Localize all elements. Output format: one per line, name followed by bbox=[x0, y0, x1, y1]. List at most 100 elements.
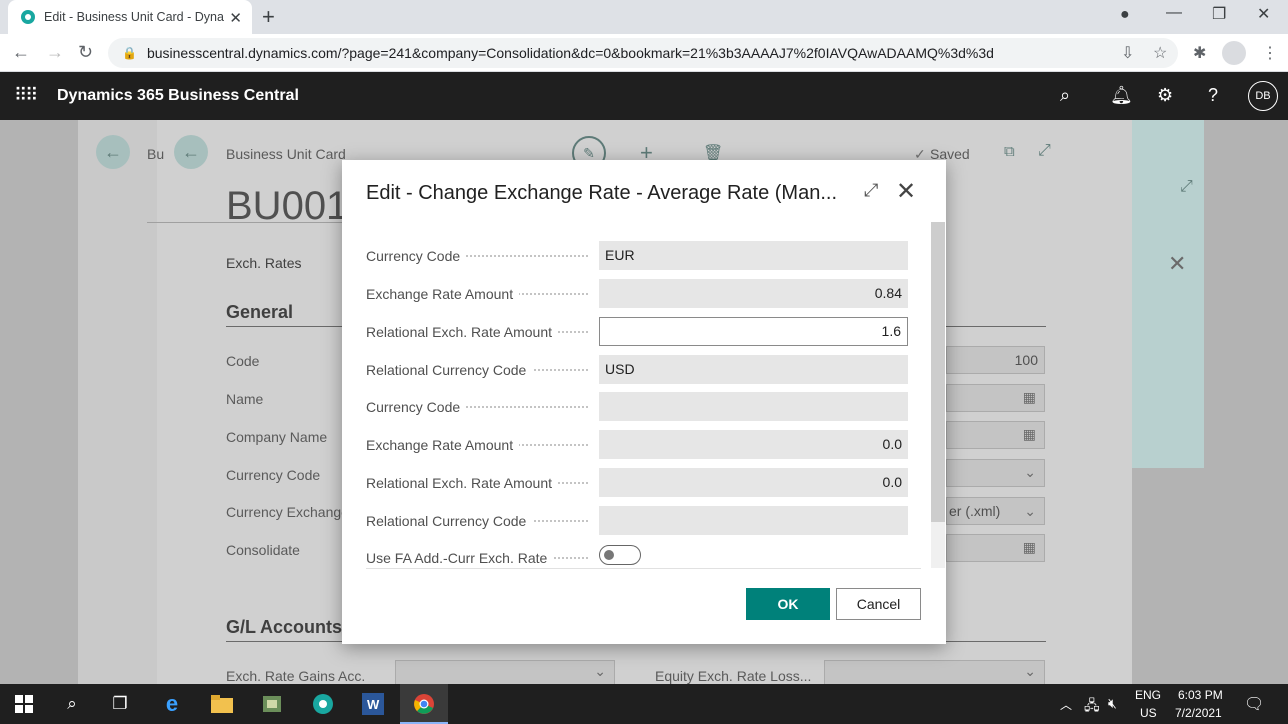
search-icon[interactable]: ⌕ bbox=[60, 692, 84, 716]
bookmark-star-icon[interactable]: ☆ bbox=[1153, 43, 1167, 63]
url-field[interactable]: 🔒 businesscentral.dynamics.com/?page=241… bbox=[108, 38, 1178, 68]
field-dropdown-1[interactable]: ⌄ bbox=[946, 459, 1045, 487]
section-gl-accounts[interactable]: G/L Accounts bbox=[226, 617, 342, 638]
toggle-knob bbox=[604, 550, 614, 560]
calendar-icon[interactable]: ▦ bbox=[1023, 389, 1036, 406]
expand-icon[interactable]: ⤢ bbox=[1038, 142, 1051, 160]
minimize-icon[interactable]: — bbox=[1166, 4, 1182, 22]
chrome-icon[interactable] bbox=[412, 692, 436, 716]
expand-icon[interactable]: ⤢ bbox=[864, 180, 878, 201]
field-label: Currency Code bbox=[366, 248, 467, 264]
outer-back-icon[interactable]: ← bbox=[96, 135, 130, 169]
back-icon[interactable]: ← bbox=[12, 42, 30, 63]
chevron-down-icon: ⌄ bbox=[1024, 503, 1036, 519]
field-label-name: Name bbox=[226, 391, 264, 407]
field-label: Exchange Rate Amount bbox=[366, 286, 520, 302]
factbox-expand-icon[interactable]: ⤢ bbox=[1180, 178, 1193, 196]
section-gl-rule bbox=[226, 641, 342, 642]
field-label-code: Code bbox=[226, 353, 260, 369]
field-label-currency-code: Currency Code bbox=[226, 467, 321, 483]
windows-start-icon[interactable] bbox=[12, 692, 36, 716]
tab-title: Edit - Business Unit Card - Dynamics 365… bbox=[44, 10, 224, 24]
address-bar: ← → ↻ 🔒 businesscentral.dynamics.com/?pa… bbox=[0, 34, 1288, 72]
user-avatar[interactable]: DB bbox=[1248, 81, 1278, 111]
browser-tab[interactable]: Edit - Business Unit Card - Dynamics 365… bbox=[8, 0, 252, 34]
field-format-dropdown[interactable]: er (.xml) ⌄ bbox=[946, 497, 1045, 525]
forward-icon[interactable]: → bbox=[46, 42, 64, 63]
calendar-icon[interactable]: ▦ bbox=[1023, 539, 1036, 556]
help-icon[interactable]: ? bbox=[1208, 85, 1218, 106]
bell-icon[interactable]: 🔔︎ bbox=[1110, 85, 1133, 106]
header-divider bbox=[147, 222, 342, 223]
action-exch-rates[interactable]: Exch. Rates bbox=[226, 255, 301, 271]
exchange-rate-amount-field[interactable]: 0.84 bbox=[599, 279, 908, 308]
task-view-icon[interactable]: ❐ bbox=[108, 692, 132, 716]
ok-button[interactable]: OK bbox=[746, 588, 830, 620]
use-fa-add-curr-toggle[interactable] bbox=[599, 545, 641, 565]
chevron-down-icon: ⌄ bbox=[594, 663, 606, 679]
field-code-value[interactable]: 100 bbox=[946, 346, 1045, 374]
reload-icon[interactable]: ↻ bbox=[78, 42, 93, 63]
close-icon[interactable]: ✕ bbox=[896, 177, 916, 206]
field-row-exchange-rate-amount: Exchange Rate Amount 0.84 bbox=[366, 279, 908, 309]
browser-tab-bar: Edit - Business Unit Card - Dynamics 365… bbox=[0, 0, 1288, 34]
field-label: Relational Currency Code bbox=[366, 513, 533, 529]
section-general[interactable]: General bbox=[226, 302, 293, 323]
clock-date[interactable]: 7/2/2021 bbox=[1175, 706, 1222, 720]
field-date-2[interactable]: ▦ bbox=[946, 421, 1045, 449]
gl-right-label: Equity Exch. Rate Loss... bbox=[655, 668, 812, 684]
factbox-close-icon[interactable]: ✕ bbox=[1168, 251, 1186, 277]
browser-menu-icon[interactable]: ⋮ bbox=[1262, 43, 1278, 63]
exchange-rate-amount-field-2[interactable]: 0.0 bbox=[599, 430, 908, 459]
region-indicator[interactable]: US bbox=[1140, 706, 1157, 720]
install-icon[interactable]: ⇩ bbox=[1121, 43, 1134, 63]
file-explorer-icon[interactable] bbox=[210, 692, 234, 716]
close-tab-icon[interactable]: ✕ bbox=[229, 9, 242, 27]
network-icon[interactable]: 🖧︎ bbox=[1084, 695, 1100, 719]
clock-time[interactable]: 6:03 PM bbox=[1178, 688, 1223, 702]
factbox-panel bbox=[1132, 120, 1204, 468]
edge-icon[interactable]: e bbox=[160, 691, 184, 716]
language-indicator[interactable]: ENG bbox=[1135, 688, 1161, 702]
profile-avatar-icon[interactable] bbox=[1222, 41, 1246, 65]
dialog-title: Edit - Change Exchange Rate - Average Ra… bbox=[366, 182, 838, 204]
cancel-button[interactable]: Cancel bbox=[836, 588, 921, 620]
app-installer-icon[interactable] bbox=[260, 692, 284, 716]
word-icon[interactable]: W bbox=[361, 692, 385, 716]
relational-currency-code-field[interactable]: USD bbox=[599, 355, 908, 384]
app-launcher-icon[interactable]: ⠿⠿ bbox=[14, 85, 38, 106]
section-general-rule-right bbox=[946, 326, 1046, 327]
search-icon[interactable]: ⌕ bbox=[1060, 85, 1070, 106]
field-label: Relational Currency Code bbox=[366, 362, 533, 378]
open-new-window-icon[interactable]: ⧉ bbox=[1004, 143, 1015, 160]
field-date-3[interactable]: ▦ bbox=[946, 534, 1045, 562]
extensions-icon[interactable]: ✱ bbox=[1193, 43, 1206, 63]
card-back-icon[interactable]: ← bbox=[174, 135, 208, 169]
dynamics-app-icon[interactable] bbox=[311, 692, 335, 716]
relational-exch-rate-amount-field-2[interactable]: 0.0 bbox=[599, 468, 908, 497]
change-exchange-rate-dialog: Edit - Change Exchange Rate - Average Ra… bbox=[342, 160, 946, 644]
field-label-consolidate: Consolidate bbox=[226, 542, 300, 558]
field-date-1[interactable]: ▦ bbox=[946, 384, 1045, 412]
restore-icon[interactable]: ❐ bbox=[1212, 4, 1226, 24]
tray-chevron-up-icon[interactable]: ︿ bbox=[1060, 696, 1072, 713]
field-label: Currency Code bbox=[366, 399, 467, 415]
new-tab-icon[interactable]: + bbox=[262, 4, 275, 30]
currency-code-field-2[interactable] bbox=[599, 392, 908, 421]
gl-left-label: Exch. Rate Gains Acc. bbox=[226, 668, 366, 684]
relational-currency-code-field-2[interactable] bbox=[599, 506, 908, 535]
field-row-exchange-rate-amount-2: Exchange Rate Amount 0.0 bbox=[366, 430, 908, 460]
app-brand: Dynamics 365 Business Central bbox=[57, 87, 299, 104]
calendar-icon[interactable]: ▦ bbox=[1023, 426, 1036, 443]
scrollbar-thumb[interactable] bbox=[931, 222, 945, 522]
dynamics-favicon-icon bbox=[21, 10, 35, 24]
field-label-company-name: Company Name bbox=[226, 429, 328, 445]
relational-exch-rate-amount-input[interactable]: 1.6 bbox=[599, 317, 908, 346]
close-window-icon[interactable]: ✕ bbox=[1257, 4, 1270, 24]
currency-code-field[interactable]: EUR bbox=[599, 241, 908, 270]
gear-icon[interactable]: ⚙ bbox=[1157, 85, 1173, 106]
notifications-icon[interactable]: 🗨︎ bbox=[1244, 694, 1264, 714]
volume-muted-icon[interactable]: 🔇︎ bbox=[1108, 695, 1117, 712]
profile-menu-icon[interactable]: ● bbox=[1120, 6, 1130, 24]
outer-breadcrumb: Bu bbox=[147, 146, 165, 162]
